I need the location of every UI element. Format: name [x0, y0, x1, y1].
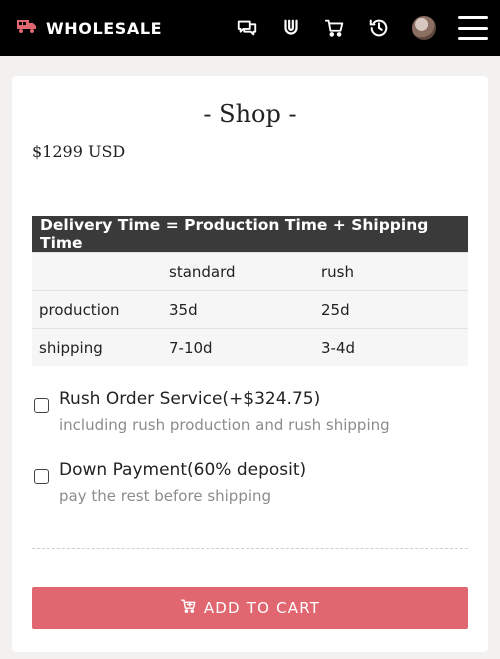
add-to-cart-label: ADD TO CART [203, 599, 321, 617]
column-header-standard: standard [162, 252, 314, 291]
top-navigation-bar: WHOLESALE [0, 0, 500, 56]
cell-rush: 3-4d [314, 328, 468, 366]
table-row: standard rush [32, 252, 468, 291]
row-label: shipping [32, 328, 162, 366]
menu-bar [458, 16, 488, 19]
truck-icon [16, 18, 38, 38]
cart-icon [180, 598, 198, 618]
table-row: shipping 7-10d 3-4d [32, 328, 468, 366]
table-row: production 35d 25d [32, 290, 468, 329]
avatar[interactable] [412, 16, 436, 40]
table-heading: Delivery Time = Production Time + Shippi… [32, 216, 468, 253]
menu-bar [458, 26, 488, 30]
history-icon[interactable] [368, 17, 390, 39]
column-header [32, 252, 162, 291]
cell-standard: 7-10d [162, 328, 314, 366]
down-payment-label: Down Payment(60% deposit) [59, 460, 307, 480]
delivery-time-table: Delivery Time = Production Time + Shippi… [32, 216, 468, 366]
down-payment-description: pay the rest before shipping [59, 487, 272, 505]
divider [32, 548, 468, 549]
column-header-rush: rush [314, 252, 468, 291]
cell-standard: 35d [162, 290, 314, 329]
product-card: - Shop - $1299 USD Delivery Time = Produ… [12, 76, 488, 652]
row-label: production [32, 290, 162, 329]
down-payment-checkbox[interactable] [34, 469, 49, 484]
rush-order-label: Rush Order Service(+$324.75) [59, 389, 321, 409]
rush-order-checkbox[interactable] [34, 398, 49, 413]
header-actions [236, 16, 488, 40]
product-price: $1299 USD [32, 142, 126, 161]
menu-bar [458, 37, 488, 40]
brand-logo[interactable]: WHOLESALE [16, 18, 162, 38]
chat-icon[interactable] [236, 17, 258, 39]
page-title: - Shop - [203, 100, 297, 128]
add-to-cart-button[interactable]: ADD TO CART [32, 587, 468, 629]
brand-name: WHOLESALE [46, 18, 163, 38]
rush-order-description: including rush production and rush shipp… [59, 416, 390, 434]
menu-icon[interactable] [458, 16, 488, 40]
cart-icon[interactable] [324, 17, 346, 39]
cell-rush: 25d [314, 290, 468, 329]
magnet-icon[interactable] [280, 17, 302, 39]
